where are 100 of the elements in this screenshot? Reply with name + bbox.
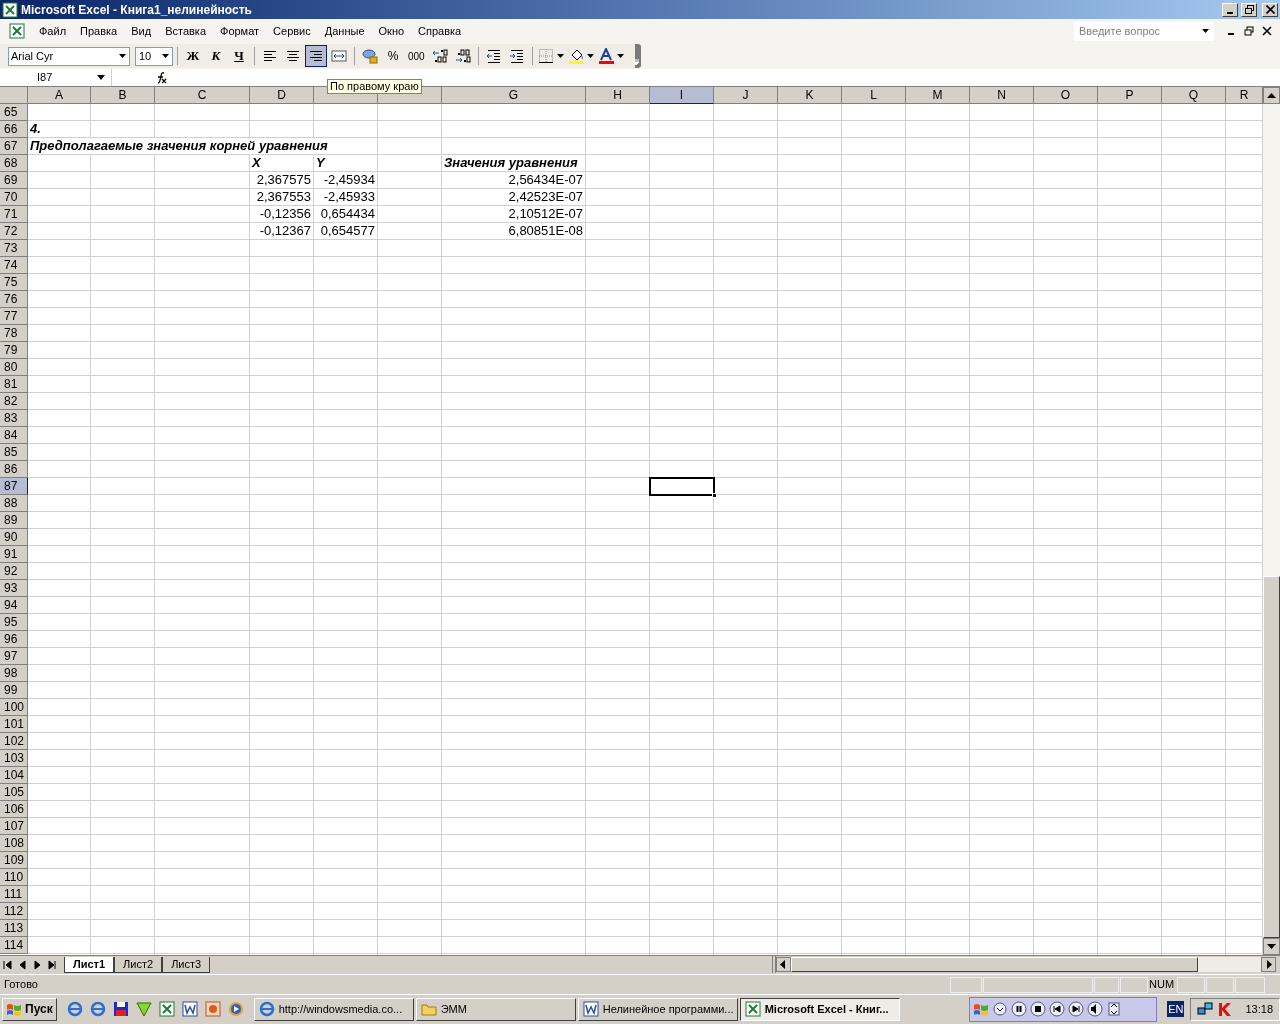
row-header[interactable]: 113 (0, 920, 28, 937)
row-header[interactable]: 109 (0, 852, 28, 869)
scroll-up-icon[interactable] (1263, 87, 1280, 104)
menu-item[interactable]: Файл (32, 22, 74, 40)
row-header[interactable]: 68 (0, 155, 28, 172)
row-header[interactable]: 72 (0, 223, 28, 240)
next-icon[interactable] (1068, 1001, 1085, 1017)
row-header[interactable]: 99 (0, 682, 28, 699)
menu-item[interactable]: Окно (371, 22, 412, 40)
row-header[interactable]: 70 (0, 189, 28, 206)
row-header[interactable]: 93 (0, 580, 28, 597)
column-header[interactable]: J (714, 87, 778, 104)
row-header[interactable]: 83 (0, 410, 28, 427)
row-header[interactable]: 114 (0, 937, 28, 954)
row-header[interactable]: 112 (0, 903, 28, 920)
row-header[interactable]: 69 (0, 172, 28, 189)
row-header[interactable]: 108 (0, 835, 28, 852)
close-icon[interactable] (1262, 26, 1272, 36)
browser-icon[interactable] (66, 1001, 83, 1017)
row-header[interactable]: 101 (0, 716, 28, 733)
collapse-icon[interactable] (992, 1001, 1009, 1017)
row-header[interactable]: 80 (0, 359, 28, 376)
sheet-tab[interactable]: Лист2 (114, 957, 163, 973)
network-icon[interactable] (1197, 1001, 1214, 1017)
column-header[interactable]: D (250, 87, 314, 104)
row-header[interactable]: 82 (0, 393, 28, 410)
row-header[interactable]: 97 (0, 648, 28, 665)
underline-button[interactable]: Ч (228, 45, 250, 67)
font-size-field[interactable]: 10 (135, 46, 173, 66)
row-header[interactable]: 67 (0, 138, 28, 155)
close-button[interactable] (1262, 2, 1278, 17)
menu-item[interactable]: Формат (213, 22, 267, 40)
v-logo-icon[interactable] (135, 1001, 152, 1017)
stop-icon[interactable] (1030, 1001, 1047, 1017)
fill-handle[interactable] (712, 493, 717, 498)
pause-icon[interactable] (1011, 1001, 1028, 1017)
row-header[interactable]: 78 (0, 325, 28, 342)
column-header[interactable]: P (1098, 87, 1162, 104)
row-header[interactable]: 85 (0, 444, 28, 461)
row-header[interactable]: 104 (0, 767, 28, 784)
row-header[interactable]: 87 (0, 478, 28, 495)
taskbar-button[interactable]: ЭММ (415, 997, 576, 1021)
row-header[interactable]: 86 (0, 461, 28, 478)
row-header[interactable]: 92 (0, 563, 28, 580)
dropdown-arrow-icon[interactable] (97, 75, 105, 80)
menu-item[interactable]: Вид (124, 22, 159, 40)
dropdown-arrow-icon[interactable] (162, 54, 169, 58)
scroll-right-icon[interactable] (1261, 957, 1276, 972)
vertical-scrollbar[interactable] (1263, 87, 1280, 955)
volume-icon[interactable] (1087, 1001, 1104, 1017)
menu-item[interactable]: Правка (73, 22, 125, 40)
row-header[interactable]: 102 (0, 733, 28, 750)
previous-icon[interactable] (1049, 1001, 1066, 1017)
column-header[interactable]: A (28, 87, 91, 104)
scroll-thumb[interactable] (791, 957, 1198, 972)
thousands-button[interactable]: 000 (405, 45, 428, 67)
active-cell[interactable] (649, 477, 715, 496)
row-header[interactable]: 65 (0, 104, 28, 121)
column-header[interactable]: M (906, 87, 970, 104)
column-header[interactable]: B (91, 87, 155, 104)
taskbar-button[interactable]: Microsoft Excel - Книг... (739, 997, 900, 1021)
menu-item[interactable]: Вставка (158, 22, 213, 40)
column-header[interactable]: I (650, 87, 714, 104)
menu-item[interactable]: Справка (411, 22, 469, 40)
column-header[interactable]: R (1226, 87, 1263, 104)
row-header[interactable]: 90 (0, 529, 28, 546)
column-header[interactable]: O (1034, 87, 1098, 104)
minimize-button[interactable] (1222, 2, 1238, 17)
row-header[interactable]: 66 (0, 121, 28, 138)
scroll-left-icon[interactable] (776, 957, 791, 972)
column-header[interactable]: L (842, 87, 906, 104)
row-header[interactable]: 96 (0, 631, 28, 648)
help-search-field[interactable]: Введите вопрос (1074, 21, 1214, 41)
row-header[interactable]: 100 (0, 699, 28, 716)
restore-player-icon[interactable] (1106, 1001, 1123, 1017)
row-header[interactable]: 75 (0, 274, 28, 291)
row-header[interactable]: 107 (0, 818, 28, 835)
column-header[interactable]: K (778, 87, 842, 104)
row-header[interactable]: 91 (0, 546, 28, 563)
row-header[interactable]: 111 (0, 886, 28, 903)
workbook-icon[interactable] (8, 22, 26, 40)
scroll-down-icon[interactable] (1263, 938, 1280, 955)
sheet-tab[interactable]: Лист3 (162, 957, 211, 973)
row-header[interactable]: 71 (0, 206, 28, 223)
menu-item[interactable]: Данные (317, 22, 372, 40)
row-header[interactable]: 98 (0, 665, 28, 682)
column-header[interactable]: N (970, 87, 1034, 104)
restore-icon[interactable] (1244, 26, 1254, 36)
align-right-button[interactable] (305, 45, 327, 67)
font-name-field[interactable]: Arial Cyr (8, 46, 130, 66)
row-header[interactable]: 94 (0, 597, 28, 614)
sheet-tab[interactable]: Лист1 (64, 957, 115, 973)
column-header[interactable]: H (586, 87, 650, 104)
row-header[interactable]: 76 (0, 291, 28, 308)
word-icon[interactable] (181, 1001, 198, 1017)
row-header[interactable]: 89 (0, 512, 28, 529)
column-header[interactable]: C (155, 87, 250, 104)
row-header[interactable]: 105 (0, 784, 28, 801)
dropdown-arrow-icon[interactable] (119, 54, 126, 58)
scroll-thumb[interactable] (1263, 576, 1280, 938)
